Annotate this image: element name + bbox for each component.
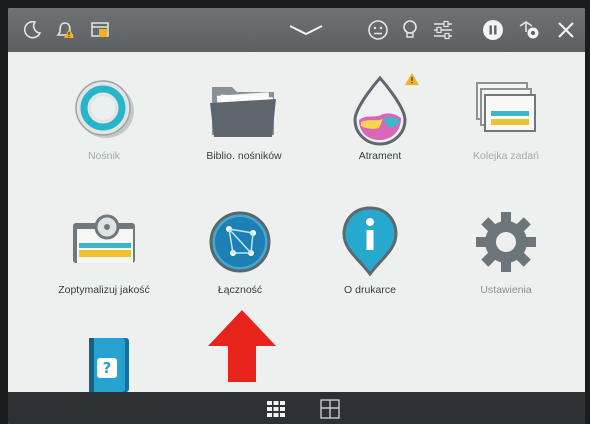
app-tile-biblio-nosnikow[interactable]: Biblio. nośników bbox=[184, 68, 304, 162]
chevron-down-icon[interactable] bbox=[284, 8, 328, 52]
job-queue-icon[interactable] bbox=[86, 8, 114, 52]
app-label: Atrament bbox=[358, 150, 402, 162]
network-settings-icon[interactable] bbox=[514, 8, 544, 52]
optimize-quality-icon bbox=[44, 202, 164, 282]
app-tile-o-drukarce[interactable]: O drukarce bbox=[310, 202, 430, 296]
ink-warning-icon bbox=[405, 70, 419, 89]
grid-view-icon[interactable] bbox=[266, 400, 286, 422]
app-label: Kolejka zadań bbox=[473, 150, 539, 162]
red-arrow-up-icon bbox=[206, 308, 278, 388]
gear-icon bbox=[446, 202, 566, 282]
app-label: Ustawienia bbox=[480, 284, 532, 296]
smiley-icon[interactable] bbox=[364, 8, 392, 52]
app-tile-help[interactable]: ? bbox=[48, 334, 168, 392]
app-tile-nosnik[interactable]: Nośnik bbox=[44, 68, 164, 162]
globe-connectivity-icon bbox=[180, 202, 300, 282]
warning-bell-icon[interactable] bbox=[52, 8, 80, 52]
app-tile-zoptymalizuj-jakosc[interactable]: Zoptymalizuj jakość bbox=[44, 202, 164, 296]
app-tile-ustawienia[interactable]: Ustawienia bbox=[446, 202, 566, 296]
app-label: Biblio. nośników bbox=[206, 150, 282, 162]
top-bar bbox=[8, 8, 585, 52]
help-book-icon: ? bbox=[48, 334, 168, 392]
app-label: O drukarce bbox=[344, 284, 396, 296]
svg-text:?: ? bbox=[103, 359, 112, 377]
printer-control-panel: Nośnik Biblio. nośników Atrament Kolejka… bbox=[8, 8, 585, 424]
app-tile-kolejka-zadan[interactable]: Kolejka zadań bbox=[446, 68, 566, 162]
sliders-icon[interactable] bbox=[428, 8, 458, 52]
lightbulb-icon[interactable] bbox=[396, 8, 424, 52]
app-label: Zoptymalizuj jakość bbox=[58, 284, 150, 296]
close-icon[interactable] bbox=[552, 8, 580, 52]
bottom-bar bbox=[8, 392, 585, 424]
media-roll-icon bbox=[44, 68, 164, 148]
pause-icon[interactable] bbox=[478, 8, 508, 52]
app-label: Nośnik bbox=[87, 150, 121, 162]
window-view-icon[interactable] bbox=[320, 399, 340, 423]
moon-sleep-icon[interactable] bbox=[18, 8, 46, 52]
app-tile-atrament[interactable]: Atrament bbox=[320, 68, 440, 162]
app-label: Łączność bbox=[217, 284, 263, 296]
job-queue-stack-icon bbox=[446, 68, 566, 148]
folder-library-icon bbox=[184, 68, 304, 148]
ink-drop-icon bbox=[320, 68, 440, 148]
info-pin-icon bbox=[310, 202, 430, 282]
app-tile-lacznosc[interactable]: Łączność bbox=[180, 202, 300, 296]
